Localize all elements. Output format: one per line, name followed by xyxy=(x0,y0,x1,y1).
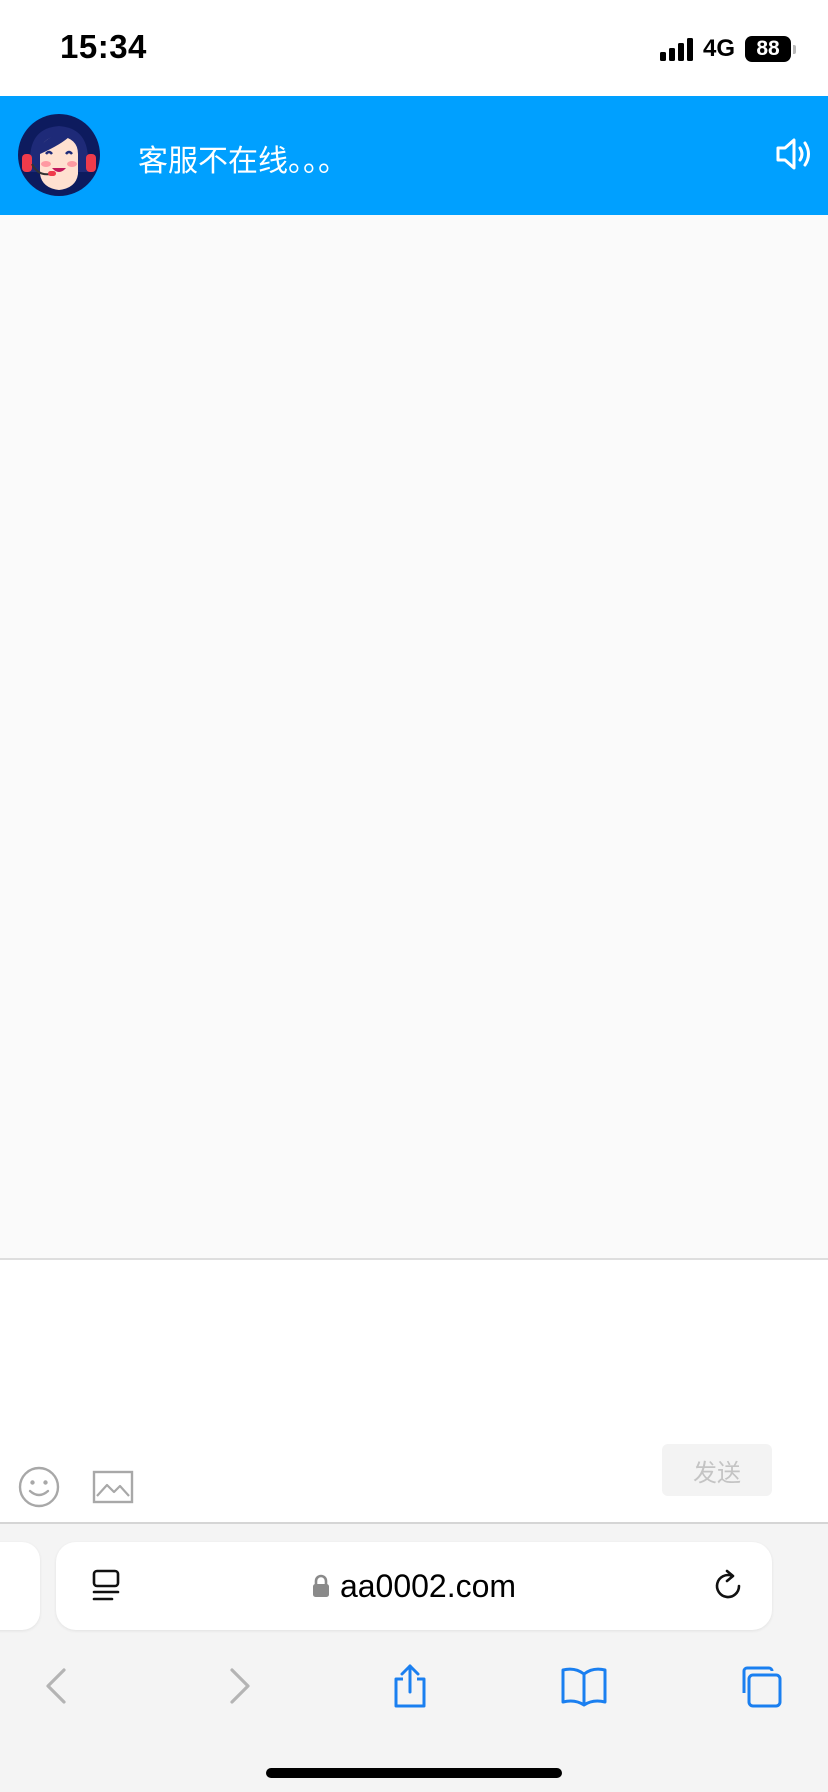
message-list[interactable] xyxy=(0,215,828,1260)
previous-tab-peek[interactable] xyxy=(0,1542,40,1630)
tabs-icon[interactable] xyxy=(736,1662,784,1710)
browser-bottom-bar: aa0002.com xyxy=(0,1524,828,1792)
url-display[interactable]: aa0002.com xyxy=(56,1542,772,1630)
status-time: 15:34 xyxy=(60,28,147,65)
speaker-icon[interactable] xyxy=(774,136,814,172)
forward-icon[interactable] xyxy=(214,1662,262,1710)
bookmarks-icon[interactable] xyxy=(560,1662,608,1710)
image-icon[interactable] xyxy=(92,1470,134,1504)
url-text: aa0002.com xyxy=(339,1567,517,1604)
back-icon[interactable] xyxy=(34,1662,82,1710)
composer: 发送 xyxy=(0,1262,828,1524)
browser-toolbar xyxy=(0,1654,828,1714)
status-bar: 15:34 4G 88 xyxy=(0,0,828,96)
agent-avatar-icon xyxy=(18,114,100,196)
battery-cap xyxy=(793,44,796,54)
lock-icon xyxy=(312,1574,329,1597)
send-button[interactable]: 发送 xyxy=(662,1444,772,1496)
chat-header: 客服不在线。。。 xyxy=(0,96,828,215)
share-icon[interactable] xyxy=(386,1662,434,1710)
reload-icon[interactable] xyxy=(710,1568,746,1604)
home-indicator[interactable] xyxy=(266,1768,562,1778)
signal-icon xyxy=(659,37,693,61)
network-type: 4G xyxy=(702,35,735,62)
status-indicators: 4G 88 xyxy=(659,34,796,64)
page: 15:34 4G 88 客服不在线。。。 发送 aa0002.com xyxy=(0,0,828,1792)
battery-level: 88 xyxy=(756,37,780,60)
emoji-icon[interactable] xyxy=(18,1466,60,1508)
address-bar[interactable]: aa0002.com xyxy=(56,1542,772,1630)
message-input[interactable] xyxy=(0,1262,828,1432)
header-title: 客服不在线。。。 xyxy=(138,144,348,179)
battery-icon: 88 xyxy=(745,36,791,62)
